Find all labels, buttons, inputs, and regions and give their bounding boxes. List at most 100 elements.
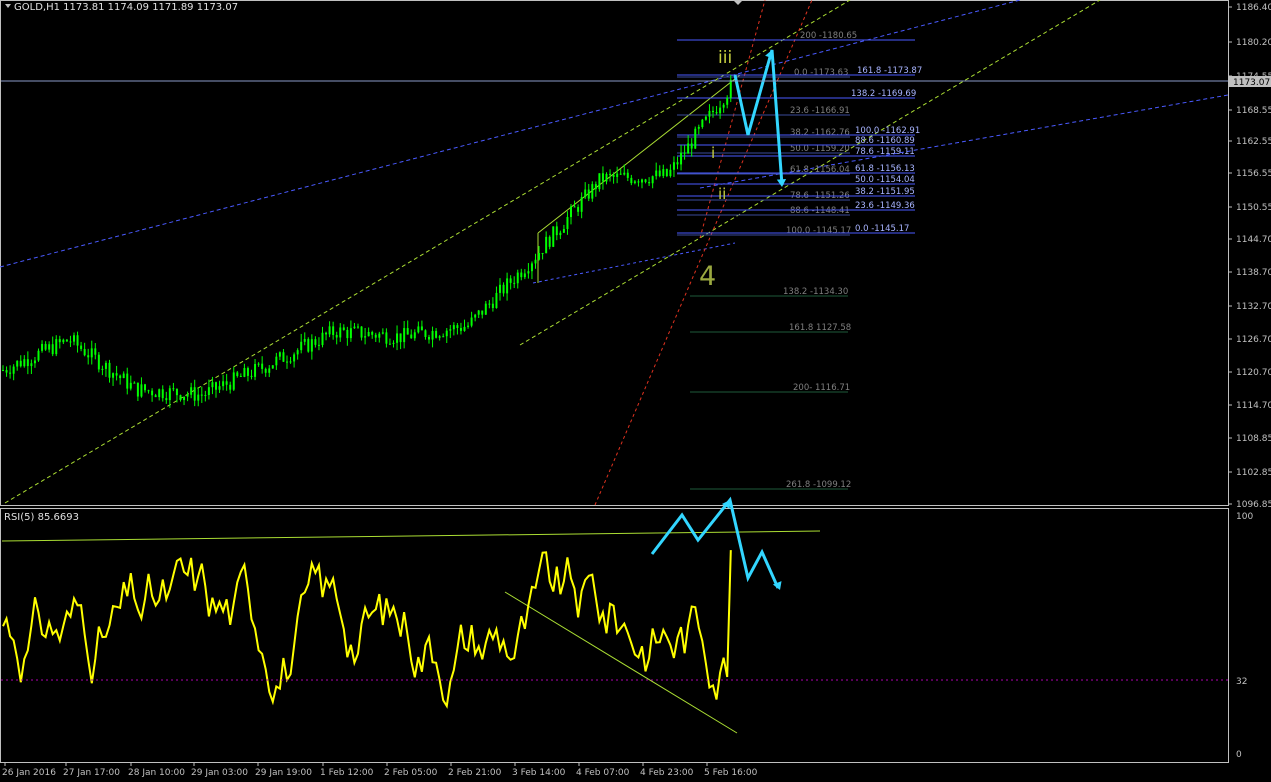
candle-body [303, 339, 306, 342]
candle-body [94, 348, 97, 355]
candle-body [44, 343, 47, 350]
rsi-series [2, 550, 732, 709]
candle-body [9, 372, 12, 374]
candle-body [637, 181, 640, 183]
candle-body [232, 372, 235, 390]
candle-body [112, 373, 115, 378]
candle-body [570, 206, 572, 218]
candle-body [697, 126, 700, 129]
candle-body [215, 382, 217, 390]
candle-body [37, 350, 40, 361]
candle-body [648, 182, 651, 184]
candlestick-series [2, 75, 732, 408]
candle-body [154, 395, 157, 398]
candle-body [715, 112, 718, 114]
candle-body [406, 328, 409, 335]
candle-body [282, 352, 285, 362]
fib-ext-label: 38.2 -1151.95 [855, 187, 915, 197]
candle-body [108, 362, 111, 378]
fib-level-label: 100.0 -1145.17 [786, 226, 851, 236]
candle-body [275, 356, 278, 366]
candle-body [516, 272, 519, 284]
candle-body [207, 387, 210, 396]
candle-body [190, 387, 193, 395]
time-tick-label: 4 Feb 23:00 [640, 768, 694, 778]
candle-body [399, 333, 402, 343]
candle-body [2, 369, 4, 371]
dropdown-triangle-icon[interactable] [5, 4, 11, 8]
candle-body [271, 365, 274, 369]
candle-body [477, 310, 480, 315]
candle-body [342, 327, 345, 330]
candle-body [5, 370, 8, 373]
fib-ext-label: 88.6 -1160.89 [855, 136, 915, 146]
time-tick-label: 3 Feb 14:00 [512, 768, 566, 778]
candle-body [616, 173, 619, 177]
fib-ext-label: 23.6 -1149.36 [855, 201, 915, 211]
red-trendline-a [594, 0, 813, 506]
time-tick-label: 2 Feb 05:00 [384, 768, 438, 778]
candle-body [601, 173, 604, 182]
candle-body [225, 381, 228, 385]
candle-body [257, 363, 260, 365]
candle-body [200, 394, 203, 396]
candle-body [594, 184, 597, 190]
candle-body [41, 343, 44, 351]
candle-body [175, 388, 178, 396]
candle-body [562, 229, 565, 233]
candle-body [243, 368, 246, 377]
candle-body [641, 179, 643, 183]
candle-body [580, 197, 583, 212]
candle-body [630, 177, 633, 184]
wave-label-i: i [711, 144, 715, 162]
candle-body [545, 236, 548, 254]
candle-body [467, 325, 470, 327]
candle-body [417, 326, 420, 333]
price-tick-label: 1168.55 [1236, 106, 1271, 116]
candle-body [115, 373, 118, 376]
rsi-axis-label-32: 32 [1236, 677, 1247, 687]
candle-body [19, 360, 22, 367]
candle-body [605, 173, 608, 182]
price-tick-label: 1150.55 [1236, 203, 1271, 213]
fib-ext-label: 161.8 -1173.87 [857, 66, 922, 76]
time-tick-label: 2 Feb 21:00 [448, 768, 502, 778]
candle-body [502, 284, 505, 294]
candle-body [293, 354, 296, 362]
candle-body [374, 334, 377, 338]
time-tick-label: 29 Jan 03:00 [191, 768, 248, 778]
candle-body [179, 395, 182, 401]
candle-body [712, 110, 714, 113]
candle-body [357, 326, 359, 328]
candle-body [680, 152, 683, 165]
candle-body [704, 116, 707, 120]
fib-level-label: 38.2 -1162.76 [790, 128, 850, 138]
candle-body [51, 344, 54, 355]
candle-body [371, 331, 374, 335]
candle-body [310, 339, 313, 352]
fib-level-label: 200- 1116.71 [793, 383, 850, 393]
candle-body [328, 326, 331, 335]
candle-body [218, 386, 221, 390]
candle-body [300, 341, 303, 351]
candle-body [321, 332, 324, 346]
fib-ext-label: 78.6 -1159.11 [855, 147, 915, 157]
candle-body [392, 342, 395, 344]
candle-body [286, 361, 288, 363]
candle-body [360, 326, 363, 338]
candle-body [644, 179, 647, 183]
candle-body [58, 339, 61, 343]
fib-level-label: 88.6 -1148.41 [790, 206, 850, 216]
candle-body [254, 364, 257, 377]
candle-body [26, 359, 29, 367]
candle-body [633, 181, 636, 184]
candle-body [683, 152, 686, 154]
candle-body [385, 332, 388, 344]
candle-body [623, 172, 626, 175]
candle-body [442, 336, 445, 338]
candle-body [144, 384, 146, 391]
candle-body [559, 232, 562, 236]
shift-marker-icon[interactable] [733, 0, 743, 5]
candle-body [332, 326, 335, 335]
candle-body [459, 327, 462, 331]
